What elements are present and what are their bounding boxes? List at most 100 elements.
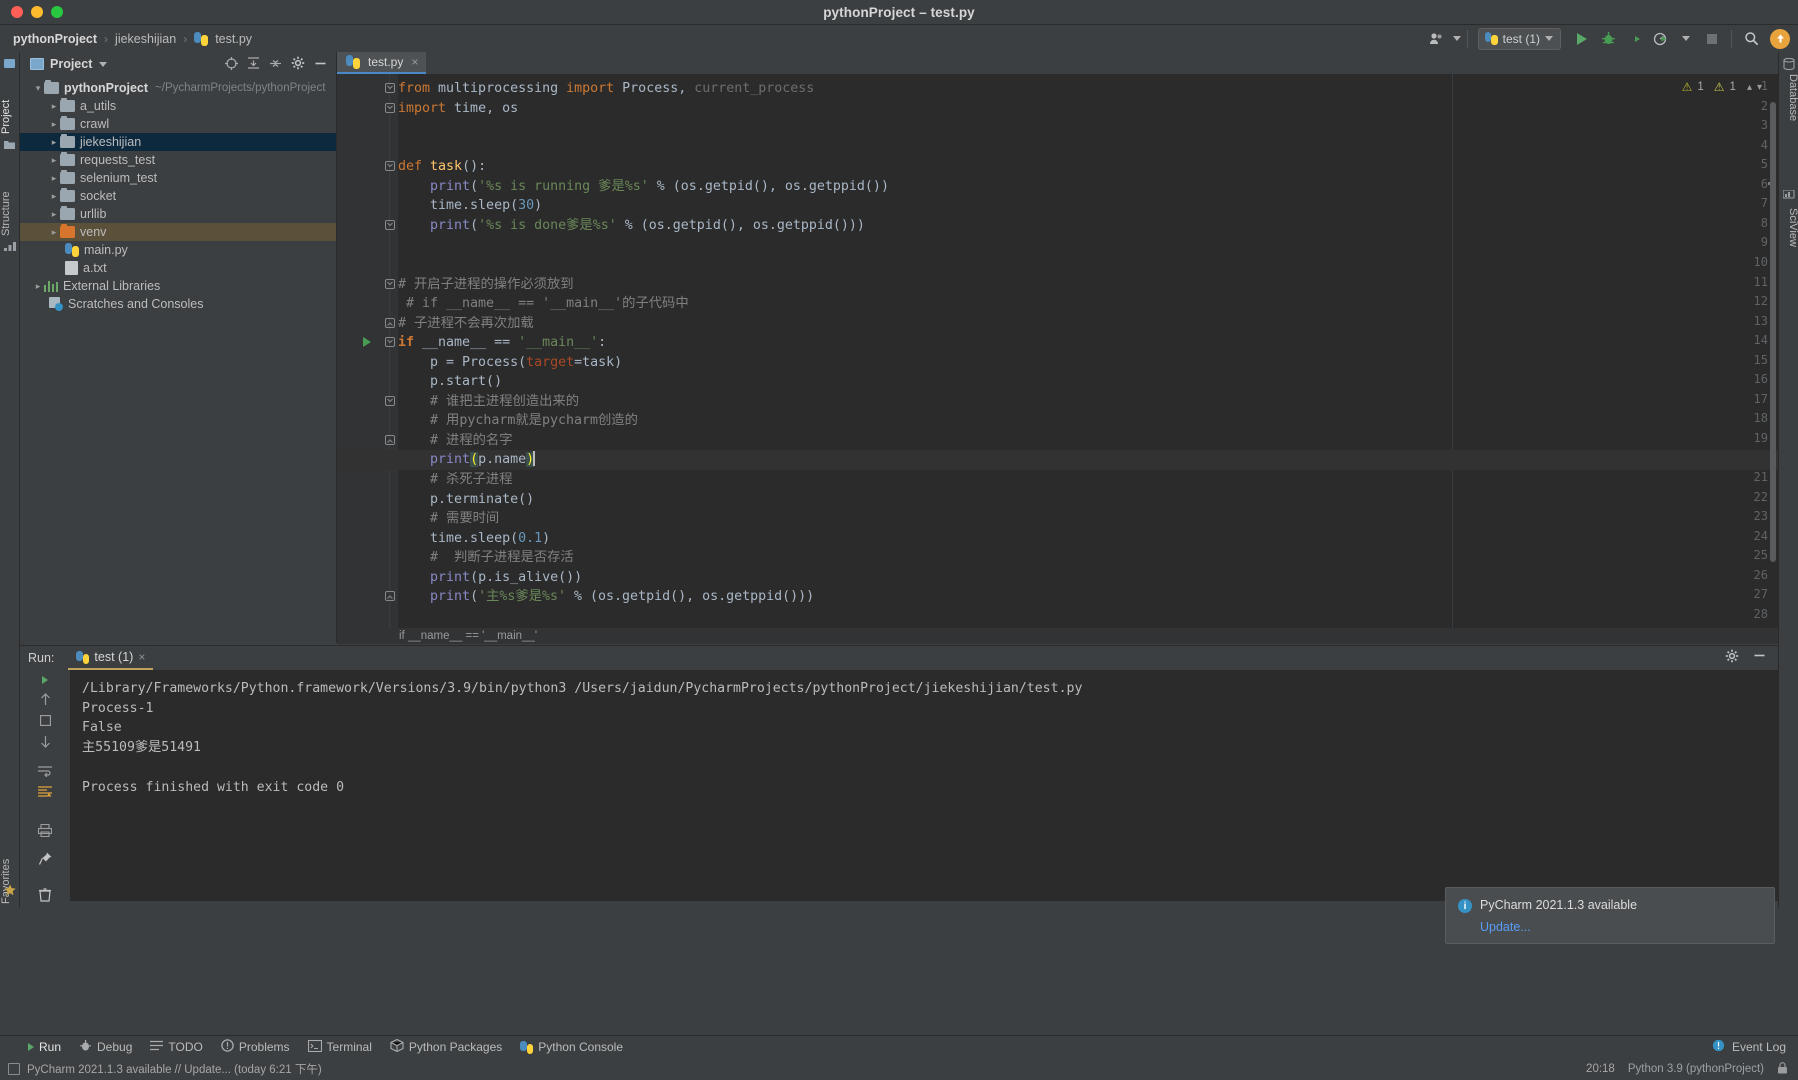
close-icon[interactable]: × xyxy=(138,650,145,664)
code-line[interactable]: print('%s is done爹是%s' % (os.getpid(), o… xyxy=(398,216,865,236)
chevron-right-icon[interactable]: ▸ xyxy=(48,137,60,148)
project-view-dropdown-caret-icon[interactable] xyxy=(99,62,107,67)
scroll-to-end-button[interactable] xyxy=(34,786,56,799)
chevron-right-icon[interactable]: ▸ xyxy=(48,209,60,220)
code-line[interactable]: import time, os xyxy=(398,99,518,119)
select-opened-file-button[interactable] xyxy=(225,57,238,72)
update-available-button[interactable] xyxy=(1770,29,1790,49)
chevron-down-icon[interactable]: ▾ xyxy=(1757,82,1762,93)
tab-test-py[interactable]: test.py × xyxy=(337,52,426,74)
code-lines[interactable]: from multiprocessing import Process, cur… xyxy=(398,74,1778,643)
code-line[interactable]: if __name__ == '__main__': xyxy=(398,333,606,353)
notification-icon[interactable] xyxy=(8,1063,20,1075)
clear-all-button[interactable] xyxy=(34,888,56,902)
collapse-all-button[interactable] xyxy=(269,57,282,72)
fold-collapse-icon[interactable] xyxy=(385,220,395,230)
gear-icon[interactable] xyxy=(1725,649,1739,668)
fold-collapse-icon[interactable] xyxy=(385,279,395,289)
notification-popup[interactable]: i PyCharm 2021.1.3 available Update... xyxy=(1445,887,1775,944)
code-line[interactable]: # 杀死子进程 xyxy=(398,470,513,490)
profile-button[interactable] xyxy=(1647,28,1673,50)
breadcrumb-item-folder[interactable]: jiekeshijian xyxy=(115,32,176,46)
tree-row-crawl[interactable]: ▸ crawl xyxy=(20,115,336,133)
search-everywhere-button[interactable] xyxy=(1738,28,1764,50)
fold-expand-icon[interactable] xyxy=(385,435,395,445)
editor-canvas[interactable]: 1234567891011121314151617181920212223242… xyxy=(337,74,1778,643)
scroll-down-button[interactable] xyxy=(34,735,56,748)
code-line[interactable]: # if __name__ == '__main__'的子代码中 xyxy=(398,294,689,314)
fold-collapse-icon[interactable] xyxy=(385,161,395,171)
pin-tab-button[interactable] xyxy=(34,852,56,865)
code-line[interactable]: # 判断子进程是否存活 xyxy=(398,548,574,568)
gear-icon[interactable] xyxy=(291,56,305,72)
fold-expand-icon[interactable] xyxy=(385,318,395,328)
run-with-coverage-button[interactable] xyxy=(1621,28,1647,50)
tree-row-external-libraries[interactable]: ▸ External Libraries xyxy=(20,277,336,295)
editor-breadcrumb-label[interactable]: if __name__ == '__main__' xyxy=(399,630,537,642)
chevron-right-icon[interactable]: ▸ xyxy=(48,101,60,112)
event-log-label[interactable]: Event Log xyxy=(1732,1040,1786,1054)
chevron-right-icon[interactable]: ▸ xyxy=(48,155,60,166)
print-button[interactable] xyxy=(34,824,56,837)
rerun-button[interactable] xyxy=(34,676,56,684)
tree-row-urllib[interactable]: ▸ urllib xyxy=(20,205,336,223)
code-line[interactable]: p.terminate() xyxy=(398,490,534,510)
sidebar-item-database[interactable]: Database xyxy=(1779,74,1798,140)
tree-row-jiekeshijian[interactable]: ▸ jiekeshijian xyxy=(20,133,336,151)
chevron-right-icon[interactable]: ▸ xyxy=(48,173,60,184)
tree-row-main-py[interactable]: main.py xyxy=(20,241,336,259)
hide-panel-button[interactable] xyxy=(314,57,327,72)
chevron-right-icon[interactable]: ▸ xyxy=(32,281,44,292)
code-line[interactable]: print(p.is_alive()) xyxy=(398,568,582,588)
code-line[interactable]: print('主%s爹是%s' % (os.getpid(), os.getpp… xyxy=(398,587,814,607)
tree-row-pythonproject[interactable]: ▾ pythonProject ~/PycharmProjects/python… xyxy=(20,79,336,97)
code-line[interactable]: # 子进程不会再次加载 xyxy=(398,314,534,334)
code-line[interactable]: p.start() xyxy=(398,372,502,392)
sidebar-item-sciview[interactable]: SciView xyxy=(1779,208,1798,266)
tool-window-python-packages[interactable]: Python Packages xyxy=(384,1036,514,1059)
breadcrumb-item-project[interactable]: pythonProject xyxy=(13,32,97,46)
code-line[interactable]: from multiprocessing import Process, cur… xyxy=(398,79,814,99)
code-line[interactable]: p = Process(target=task) xyxy=(398,353,622,373)
tool-window-debug[interactable]: Debug xyxy=(73,1036,144,1059)
scroll-up-button[interactable] xyxy=(34,693,56,706)
run-button[interactable] xyxy=(1569,28,1595,50)
run-configuration-selector[interactable]: test (1) xyxy=(1478,28,1561,50)
code-line[interactable]: print(p.name) xyxy=(337,450,1778,470)
tree-row-venv[interactable]: ▸ venv xyxy=(20,223,336,241)
run-tab-test[interactable]: test (1) × xyxy=(68,646,153,670)
chevron-right-icon[interactable]: ▸ xyxy=(48,119,60,130)
sidebar-item-structure[interactable]: Structure xyxy=(0,164,20,236)
interpreter-label[interactable]: Python 3.9 (pythonProject) xyxy=(1628,1063,1764,1075)
stop-button[interactable] xyxy=(34,715,56,726)
code-line[interactable]: time.sleep(0.1) xyxy=(398,529,550,549)
tool-window-problems[interactable]: Problems xyxy=(215,1036,302,1059)
user-avatar-icon[interactable] xyxy=(1424,28,1450,50)
tool-window-todo[interactable]: TODO xyxy=(144,1036,214,1059)
code-line[interactable]: # 用pycharm就是pycharm创造的 xyxy=(398,411,638,431)
soft-wrap-button[interactable] xyxy=(34,765,56,777)
fold-collapse-icon[interactable] xyxy=(385,103,395,113)
profile-dropdown-caret-icon[interactable] xyxy=(1673,28,1699,50)
tree-row-selenium-test[interactable]: ▸ selenium_test xyxy=(20,169,336,187)
code-line[interactable]: # 进程的名字 xyxy=(398,431,513,451)
avatar-dropdown-caret-icon[interactable] xyxy=(1453,36,1461,41)
sidebar-item-project[interactable]: Project xyxy=(0,74,20,134)
tool-window-run[interactable]: Run xyxy=(22,1036,73,1059)
notification-update-link[interactable]: Update... xyxy=(1480,920,1762,934)
expand-all-button[interactable] xyxy=(247,57,260,72)
tool-window-python-console[interactable]: Python Console xyxy=(514,1036,635,1059)
fold-expand-icon[interactable] xyxy=(385,591,395,601)
chevron-up-icon[interactable]: ▴ xyxy=(1747,82,1752,93)
hide-panel-button[interactable] xyxy=(1753,649,1766,667)
code-line[interactable]: # 开启子进程的操作必须放到 xyxy=(398,275,574,295)
tree-row-a-utils[interactable]: ▸ a_utils xyxy=(20,97,336,115)
tree-row-a-txt[interactable]: a.txt xyxy=(20,259,336,277)
lock-icon[interactable] xyxy=(1777,1062,1788,1077)
chevron-right-icon[interactable]: ▸ xyxy=(48,227,60,238)
code-line[interactable]: print('%s is running 爹是%s' % (os.getpid(… xyxy=(398,177,889,197)
close-icon[interactable]: × xyxy=(411,55,418,69)
chevron-right-icon[interactable]: ▸ xyxy=(48,191,60,202)
tree-row-socket[interactable]: ▸ socket xyxy=(20,187,336,205)
fold-collapse-icon[interactable] xyxy=(385,396,395,406)
